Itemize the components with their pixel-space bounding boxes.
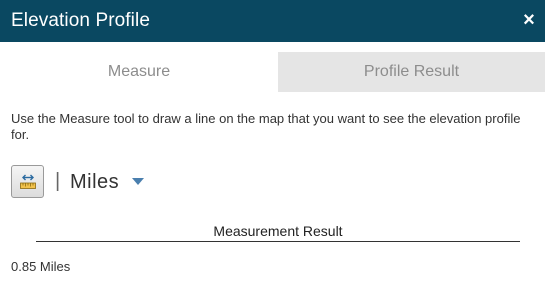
panel-titlebar: Elevation Profile × — [0, 0, 545, 42]
measurement-result-value: 0.85 Miles — [11, 259, 71, 274]
elevation-profile-panel: Elevation Profile × Measure Profile Resu… — [0, 0, 545, 305]
ruler-measure-icon — [20, 174, 36, 189]
tab-bar: Measure Profile Result — [0, 52, 545, 92]
tool-separator: | — [55, 170, 61, 192]
unit-dropdown[interactable]: Miles — [70, 169, 144, 195]
unit-dropdown-label: Miles — [70, 171, 120, 193]
tab-profile-result[interactable]: Profile Result — [278, 52, 545, 92]
chevron-down-icon — [131, 177, 144, 185]
measure-distance-button[interactable] — [11, 165, 44, 198]
measure-instructions: Use the Measure tool to draw a line on t… — [11, 111, 521, 142]
tab-measure[interactable]: Measure — [0, 52, 278, 92]
measurement-result-header: Measurement Result — [36, 222, 520, 242]
panel-title: Elevation Profile — [11, 10, 150, 31]
close-icon[interactable]: × — [519, 9, 539, 31]
